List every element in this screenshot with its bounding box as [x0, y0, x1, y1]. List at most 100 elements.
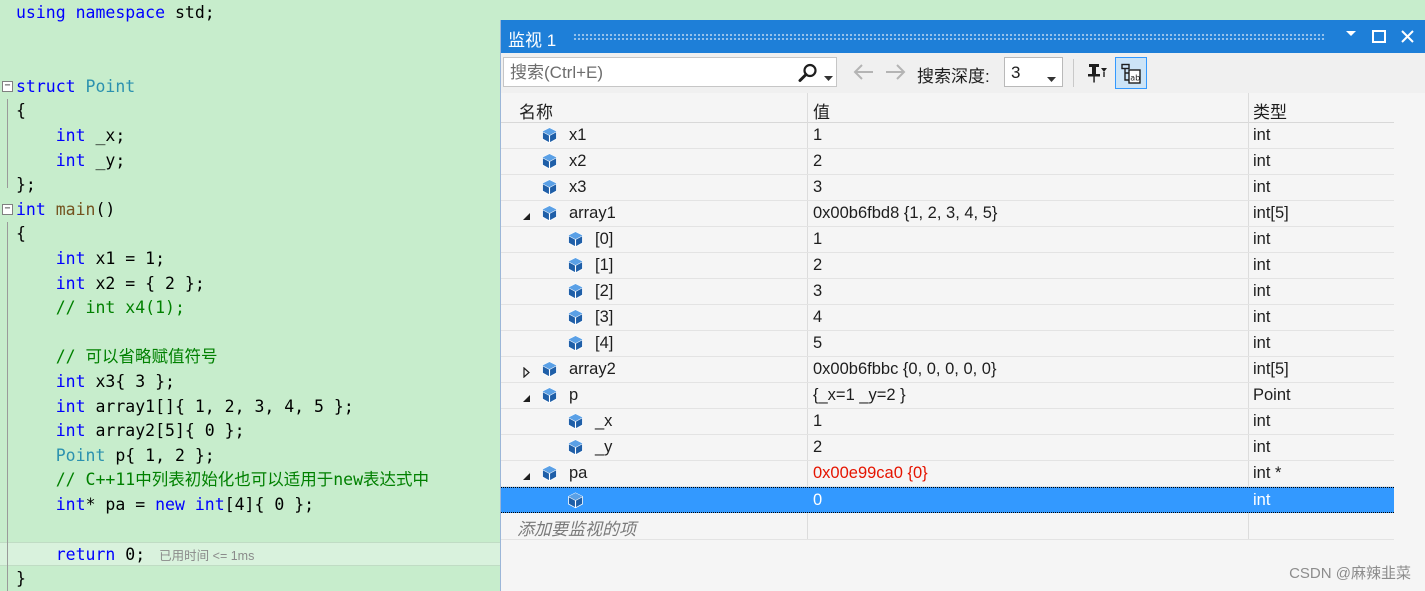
- watch-value-cell[interactable]: 4: [813, 308, 822, 327]
- close-icon[interactable]: [1395, 24, 1419, 48]
- search-depth-select[interactable]: 3: [1004, 57, 1063, 87]
- search-back-arrow-icon[interactable]: [851, 62, 875, 87]
- drag-grip[interactable]: [573, 33, 1326, 40]
- search-box[interactable]: [503, 57, 837, 87]
- variable-icon: [567, 257, 584, 274]
- code-line[interactable]: int x1 = 1;: [0, 247, 500, 271]
- window-menu-dropdown-icon[interactable]: [1339, 24, 1363, 48]
- watch-row[interactable]: x2 2 int: [501, 149, 1394, 175]
- watch-value-cell[interactable]: 3: [813, 178, 822, 197]
- code-line[interactable]: Point p{ 1, 2 };: [0, 444, 500, 468]
- watch-value-cell[interactable]: 1: [813, 230, 822, 249]
- add-watch-row[interactable]: 添加要监视的项: [501, 511, 1394, 540]
- search-input[interactable]: [510, 63, 790, 83]
- watch-name-cell[interactable]: [3]: [595, 308, 613, 327]
- watch-name-cell[interactable]: x2: [569, 152, 586, 171]
- code-text: int x3{ 3 };: [16, 370, 175, 394]
- collapsed-arrow-icon[interactable]: [521, 364, 532, 379]
- search-options-dropdown-icon[interactable]: [824, 69, 833, 87]
- watch-row[interactable]: [2] 3 int: [501, 279, 1394, 305]
- watch-value-cell[interactable]: 2: [813, 256, 822, 275]
- watch-value-cell[interactable]: 0x00e99ca0 {0}: [813, 464, 928, 483]
- column-header-type[interactable]: 类型: [1253, 98, 1287, 123]
- code-line[interactable]: using namespace std;: [0, 1, 500, 25]
- pin-filter-button[interactable]: [1081, 57, 1113, 89]
- code-line[interactable]: int x2 = { 2 };: [0, 272, 500, 296]
- maximize-icon[interactable]: [1367, 24, 1391, 48]
- code-line[interactable]: }: [0, 567, 500, 591]
- watch-row[interactable]: [0] 1 int: [501, 227, 1394, 253]
- watch-name-cell[interactable]: x3: [569, 178, 586, 197]
- hex-display-toggle-button[interactable]: ab: [1115, 57, 1147, 89]
- watch-row[interactable]: array1 0x00b6fbd8 {1, 2, 3, 4, 5} int[5]: [501, 201, 1394, 227]
- watch-row[interactable]: x1 1 int: [501, 123, 1394, 149]
- watch-row[interactable]: x3 3 int: [501, 175, 1394, 201]
- watch-value-cell[interactable]: 1: [813, 412, 822, 431]
- code-line[interactable]: {: [0, 99, 500, 123]
- search-forward-arrow-icon[interactable]: [884, 62, 908, 87]
- code-line[interactable]: // int x4(1);: [0, 296, 500, 320]
- code-token: {: [16, 224, 26, 244]
- fold-toggle-icon[interactable]: −: [2, 203, 13, 215]
- code-line[interactable]: − int main(): [0, 198, 500, 222]
- watch-name-cell[interactable]: [1]: [595, 256, 613, 275]
- code-token: [4]{ 0 };: [224, 495, 315, 514]
- watch-value-cell[interactable]: 0x00b6fbd8 {1, 2, 3, 4, 5}: [813, 204, 997, 223]
- watch-value-cell[interactable]: 0: [813, 491, 822, 510]
- code-line[interactable]: int array2[5]{ 0 };: [0, 419, 500, 443]
- watch-value-cell[interactable]: 5: [813, 334, 822, 353]
- code-line[interactable]: [0, 26, 500, 50]
- watch-value-cell[interactable]: 3: [813, 282, 822, 301]
- watch-row[interactable]: pa 0x00e99ca0 {0} int *: [501, 461, 1394, 487]
- code-line[interactable]: [0, 321, 500, 345]
- column-header-name[interactable]: 名称: [519, 98, 553, 123]
- watch-row[interactable]: _y 2 int: [501, 435, 1394, 461]
- code-editor[interactable]: using namespace std; − struct Point{ int _…: [0, 0, 500, 591]
- code-line[interactable]: int x3{ 3 };: [0, 370, 500, 394]
- watch-value-cell[interactable]: 2: [813, 152, 822, 171]
- code-line[interactable]: };: [0, 173, 500, 197]
- expanded-arrow-icon[interactable]: [521, 208, 532, 220]
- code-line[interactable]: int* pa = new int[4]{ 0 };: [0, 493, 500, 517]
- vertical-scrollbar[interactable]: [1394, 93, 1425, 591]
- code-text: return 0; 已用时间 <= 1ms: [16, 543, 255, 568]
- fold-toggle-icon[interactable]: −: [2, 80, 13, 92]
- expanded-arrow-icon[interactable]: [521, 390, 532, 402]
- watch-name-cell[interactable]: x1: [569, 126, 586, 145]
- watch-row[interactable]: p {_x=1 _y=2 } Point: [501, 383, 1394, 409]
- code-line[interactable]: [0, 50, 500, 74]
- code-line[interactable]: [0, 518, 500, 542]
- current-code-line[interactable]: return 0; 已用时间 <= 1ms: [0, 542, 500, 568]
- watch-row[interactable]: [4] 5 int: [501, 331, 1394, 357]
- watch-value-cell[interactable]: 0x00b6fbbc {0, 0, 0, 0, 0}: [813, 360, 996, 379]
- add-watch-item-placeholder[interactable]: 添加要监视的项: [517, 515, 636, 540]
- watch-name-cell[interactable]: p: [569, 386, 578, 405]
- watch-name-cell[interactable]: [4]: [595, 334, 613, 353]
- column-header-value[interactable]: 值: [813, 98, 830, 123]
- watch-row[interactable]: array2 0x00b6fbbc {0, 0, 0, 0, 0} int[5]: [501, 357, 1394, 383]
- code-line[interactable]: {: [0, 222, 500, 246]
- watch-row[interactable]: _x 1 int: [501, 409, 1394, 435]
- code-line[interactable]: − struct Point: [0, 75, 500, 99]
- watch-row[interactable]: [3] 4 int: [501, 305, 1394, 331]
- code-line[interactable]: int _y;: [0, 149, 500, 173]
- code-line[interactable]: // 可以省略赋值符号: [0, 345, 500, 369]
- expanded-arrow-icon[interactable]: [521, 468, 532, 480]
- watch-name-cell[interactable]: _y: [595, 438, 612, 457]
- search-icon[interactable]: [798, 63, 818, 88]
- code-line[interactable]: // C++11中列表初始化也可以适用于new表达式中: [0, 468, 500, 492]
- watch-row[interactable]: 0 int: [501, 487, 1394, 513]
- watch-name-cell[interactable]: _x: [595, 412, 612, 431]
- watch-name-cell[interactable]: pa: [569, 464, 587, 483]
- watch-row[interactable]: [1] 2 int: [501, 253, 1394, 279]
- watch-name-cell[interactable]: [0]: [595, 230, 613, 249]
- watch-value-cell[interactable]: {_x=1 _y=2 }: [813, 386, 906, 405]
- watch-name-cell[interactable]: array2: [569, 360, 616, 379]
- watch-name-cell[interactable]: array1: [569, 204, 616, 223]
- watch-name-cell[interactable]: [2]: [595, 282, 613, 301]
- code-line[interactable]: int _x;: [0, 124, 500, 148]
- watch-value-cell[interactable]: 1: [813, 126, 822, 145]
- code-line[interactable]: int array1[]{ 1, 2, 3, 4, 5 };: [0, 395, 500, 419]
- watch-value-cell[interactable]: 2: [813, 438, 822, 457]
- watch-titlebar[interactable]: 监视 1: [501, 20, 1425, 53]
